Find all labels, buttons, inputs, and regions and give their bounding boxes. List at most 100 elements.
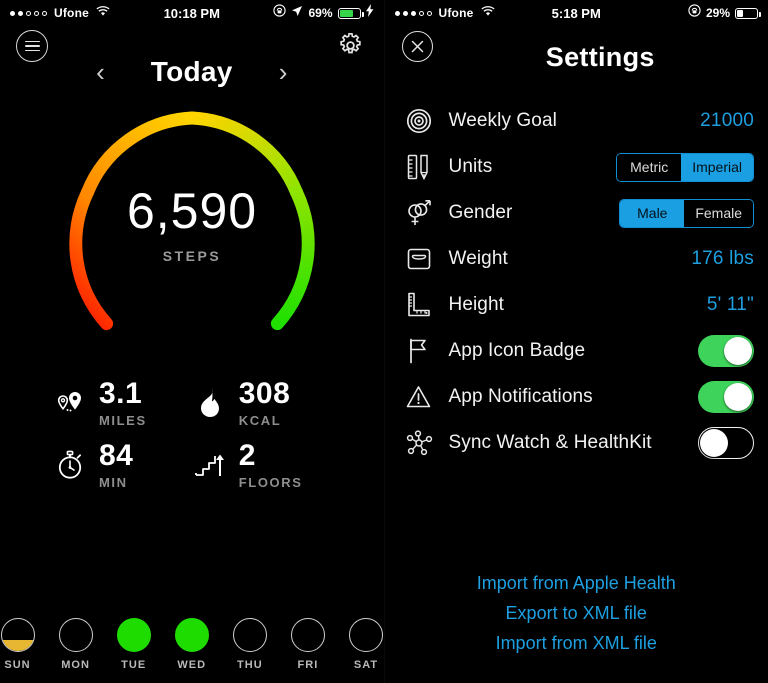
settings-row-control: Male Female <box>619 198 754 228</box>
steps-label: STEPS <box>162 248 222 264</box>
week-day-thu[interactable]: THU <box>232 618 267 671</box>
segmented-control: Metric Imperial <box>616 152 754 182</box>
flag-icon <box>401 334 437 368</box>
week-day-wed[interactable]: WED <box>174 618 209 671</box>
toggle-switch[interactable] <box>698 335 754 367</box>
dashboard-pane: Ufone 10:18 PM 69% ‹ Today › 6,590 STEPS… <box>0 0 384 683</box>
week-day-mon[interactable]: MON <box>58 618 93 671</box>
route-pins-icon <box>52 383 88 423</box>
segment-option-male[interactable]: Male <box>620 199 685 227</box>
status-bar-left: Ufone 10:18 PM 69% <box>0 0 384 26</box>
status-right-group: 29% <box>688 4 761 22</box>
warning-triangle-icon <box>401 380 437 414</box>
stat-value: 2 <box>238 439 256 472</box>
day-progress-ring <box>174 618 209 652</box>
charging-bolt-icon <box>365 4 374 22</box>
gender-icon <box>401 196 437 230</box>
day-progress-ring <box>0 618 35 652</box>
settings-row-control: 5' 11" <box>707 294 754 316</box>
week-day-sun[interactable]: SUN <box>0 618 35 671</box>
network-nodes-icon <box>401 426 437 460</box>
settings-row-app-notifications[interactable]: App Notifications <box>401 374 754 420</box>
steps-readout: 6,590 STEPS <box>0 186 384 264</box>
stat-kcal: 308 KCAL <box>192 379 332 427</box>
day-progress-ring <box>348 618 383 652</box>
stairs-up-icon <box>192 445 228 485</box>
settings-row-weekly-goal[interactable]: Weekly Goal 21000 <box>401 98 755 144</box>
settings-title-wrap: Settings <box>385 42 768 73</box>
settings-row-units[interactable]: Units Metric Imperial <box>401 144 754 190</box>
location-arrow-icon <box>291 4 303 22</box>
settings-row-weight[interactable]: Weight 176 lbs <box>401 236 755 282</box>
settings-row-control <box>698 427 754 459</box>
carrier-name: Ufone <box>438 6 474 20</box>
day-label: SAT <box>353 659 379 671</box>
settings-row-gender[interactable]: Gender Male Female <box>401 190 754 236</box>
settings-title: Settings <box>545 42 655 72</box>
app-screenshot: Ufone 10:18 PM 69% ‹ Today › 6,590 STEPS… <box>0 0 768 683</box>
dashboard-header: ‹ Today › <box>0 26 384 94</box>
signal-strength-dots <box>10 10 47 16</box>
battery-icon-right <box>735 7 761 19</box>
day-progress-ring <box>290 618 325 652</box>
status-left-group: Ufone <box>394 4 495 22</box>
stat-value: 3.1 <box>99 377 143 410</box>
settings-row-app-icon-badge[interactable]: App Icon Badge <box>401 328 754 374</box>
week-day-tue[interactable]: TUE <box>116 618 151 671</box>
settings-header: Settings <box>385 26 768 98</box>
stat-miles: 3.1 MILES <box>52 379 192 427</box>
settings-row-height[interactable]: Height 5' 11" <box>401 282 755 328</box>
target-icon <box>401 104 437 138</box>
settings-row-value[interactable]: 176 lbs <box>691 248 754 270</box>
stat-unit: MIN <box>99 475 128 490</box>
day-progress-ring <box>58 618 93 652</box>
day-label: FRI <box>297 659 319 671</box>
wifi-icon <box>96 4 110 22</box>
toggle-switch[interactable] <box>698 427 754 459</box>
week-day-fri[interactable]: FRI <box>290 618 325 671</box>
day-label: TUE <box>121 659 147 671</box>
day-progress-ring <box>116 618 151 652</box>
settings-link-1[interactable]: Import from Apple Health <box>385 573 768 594</box>
ruler-pencil-icon <box>401 150 437 184</box>
battery-icon-left <box>337 7 364 19</box>
stat-floors: 2 FLOORS <box>192 441 332 489</box>
settings-row-control: Metric Imperial <box>616 152 754 182</box>
day-progress-fill <box>1 640 34 651</box>
stat-value: 308 <box>238 377 291 410</box>
settings-row-label: Weight <box>448 248 508 269</box>
day-label: WED <box>177 659 207 671</box>
chevron-left-icon[interactable]: ‹ <box>96 59 105 85</box>
settings-link-2[interactable]: Export to XML file <box>385 603 768 624</box>
stat-unit: FLOORS <box>238 475 303 490</box>
segment-option-metric[interactable]: Metric <box>617 153 682 181</box>
carrier-name: Ufone <box>54 6 89 20</box>
week-day-sat[interactable]: SAT <box>348 618 383 671</box>
wifi-icon <box>480 4 495 22</box>
settings-row-control: 176 lbs <box>691 248 754 270</box>
settings-pane: Ufone 5:18 PM 29% Settings Weekly Goal 2… <box>383 0 768 683</box>
segment-option-female[interactable]: Female <box>684 199 753 227</box>
status-left-group: Ufone <box>10 4 110 22</box>
segment-option-imperial[interactable]: Imperial <box>681 153 753 181</box>
rotation-lock-icon <box>688 4 701 22</box>
toggle-switch[interactable] <box>698 381 754 413</box>
settings-row-value[interactable]: 21000 <box>700 110 754 132</box>
chevron-right-icon[interactable]: › <box>279 59 288 85</box>
day-label: MON <box>61 659 90 671</box>
settings-row-label: Gender <box>448 202 513 223</box>
stat-min: 84 MIN <box>52 441 192 489</box>
toggle-knob <box>724 337 752 365</box>
stats-grid: 3.1 MILES 308 KCAL 84 MIN 2 FLOORS <box>0 379 384 489</box>
day-navigator: ‹ Today › <box>0 56 384 88</box>
toggle-knob <box>724 383 752 411</box>
day-progress-ring <box>232 618 267 652</box>
settings-link-3[interactable]: Import from XML file <box>385 633 768 654</box>
settings-row-control: 21000 <box>700 110 754 132</box>
height-ruler-icon <box>401 288 437 322</box>
segmented-control: Male Female <box>619 198 754 228</box>
settings-row-sync-watch-healthkit[interactable]: Sync Watch & HealthKit <box>401 420 754 466</box>
day-label: SUN <box>4 659 31 671</box>
settings-row-value[interactable]: 5' 11" <box>707 294 754 316</box>
status-right-group: 69% <box>273 4 373 22</box>
